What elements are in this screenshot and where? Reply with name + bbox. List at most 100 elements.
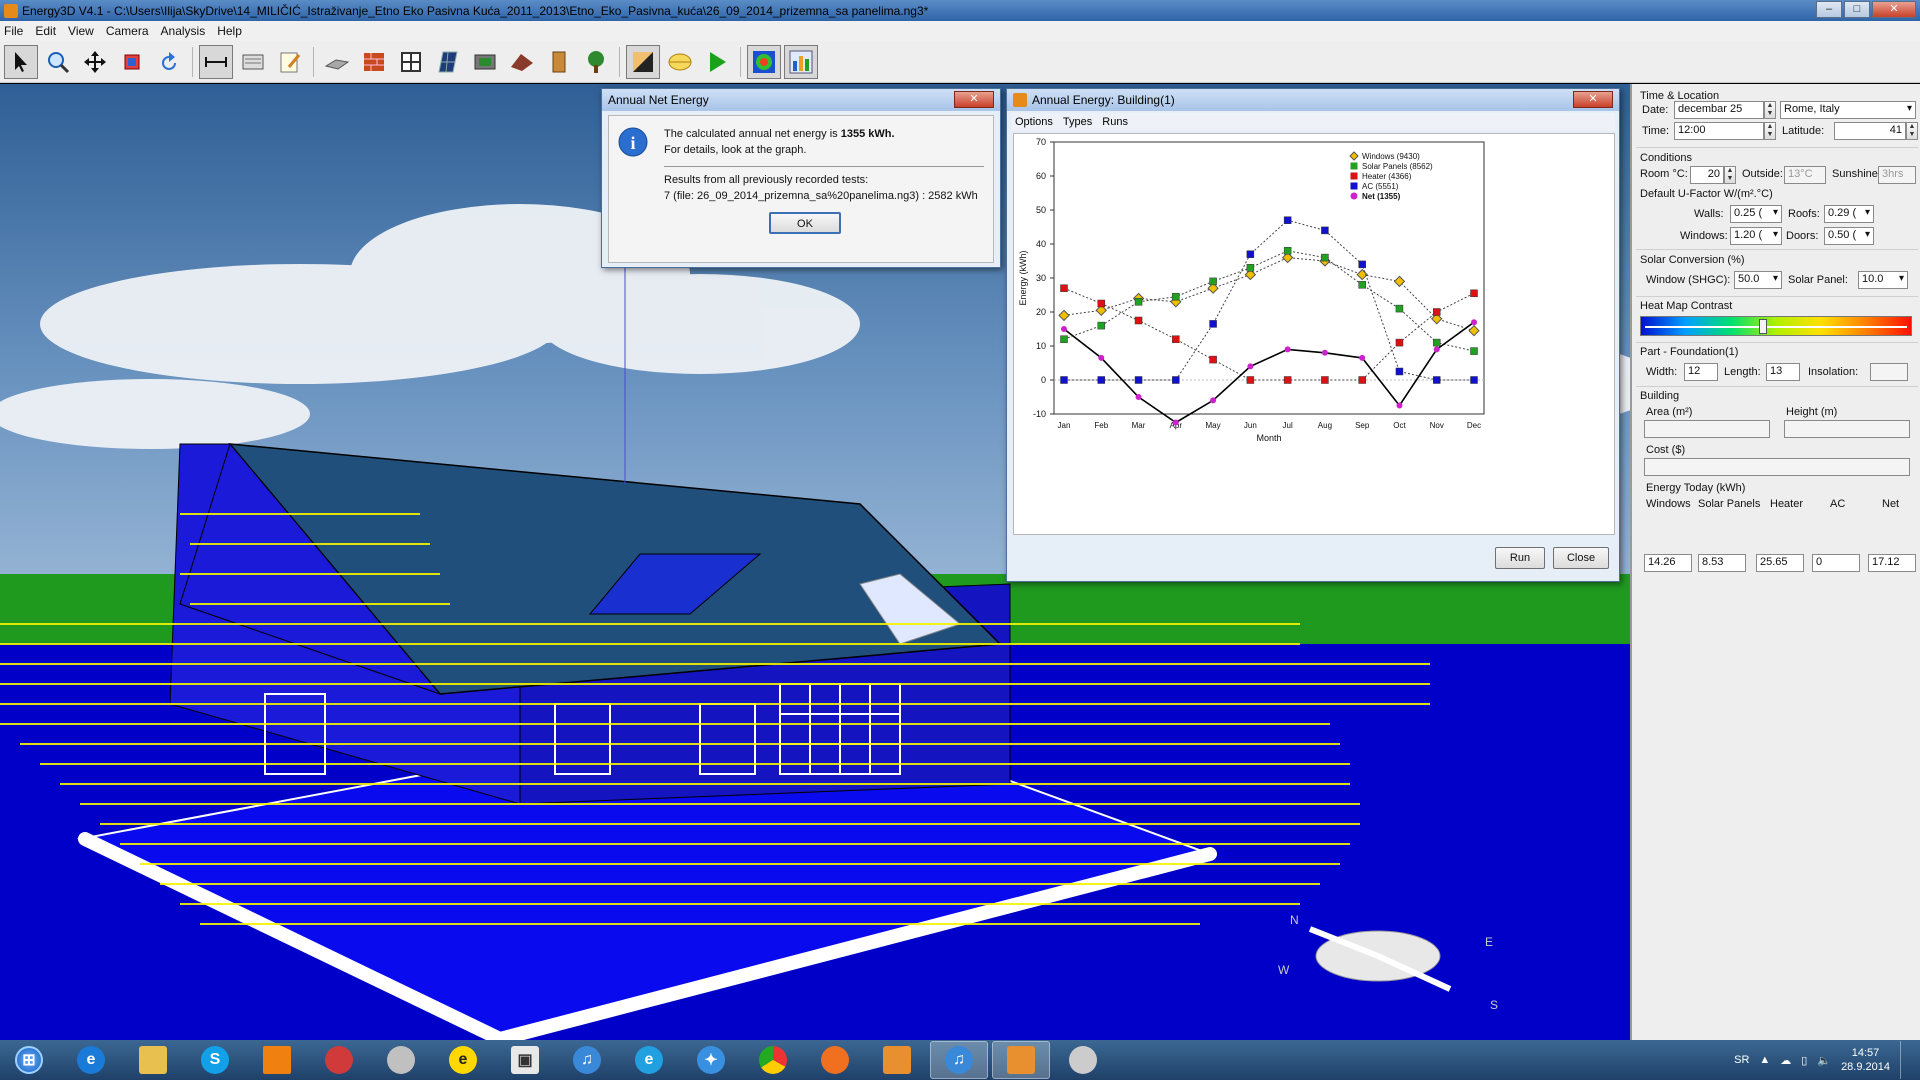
3d-scene-viewport[interactable]: N E S W Annual Net Energy ✕ i The calcul… xyxy=(0,84,1630,1040)
date-field[interactable]: decembar 25 xyxy=(1674,101,1764,119)
menu-options[interactable]: Options xyxy=(1015,116,1053,128)
platform-icon xyxy=(324,58,350,70)
net-energy-dialog-title: Annual Net Energy xyxy=(608,93,709,107)
taskbar-energy3d[interactable] xyxy=(868,1041,926,1079)
close-window-button[interactable]: ✕ xyxy=(1872,1,1916,18)
roofs-ufactor-select[interactable]: 0.29 ( xyxy=(1824,205,1874,223)
taskbar-energy3d-active[interactable] xyxy=(992,1041,1050,1079)
taskbar-explorer[interactable] xyxy=(124,1041,182,1079)
menu-file[interactable]: File xyxy=(4,24,23,38)
latitude-spinner[interactable]: ▲ ▼ xyxy=(1906,122,1918,140)
taskbar-safari[interactable]: ✦ xyxy=(682,1041,740,1079)
solar-panel-icon xyxy=(438,51,458,72)
et-solar-panels-value: 8.53 xyxy=(1698,554,1746,572)
net-energy-dialog-close-button[interactable]: ✕ xyxy=(954,91,994,108)
taskbar-itunes-alt[interactable]: ♫ xyxy=(930,1041,988,1079)
menu-runs[interactable]: Runs xyxy=(1102,116,1128,128)
roof-button[interactable] xyxy=(505,45,539,79)
sunshine-label: Sunshine: xyxy=(1832,168,1881,180)
annual-energy-dialog-title-bar[interactable]: Annual Energy: Building(1) ✕ xyxy=(1007,89,1619,111)
taskbar-chrome[interactable] xyxy=(744,1041,802,1079)
net-energy-dialog-title-bar[interactable]: Annual Net Energy ✕ xyxy=(602,89,1000,111)
run-button[interactable]: Run xyxy=(1495,547,1545,569)
shadow-button[interactable] xyxy=(626,44,660,79)
taskbar-ie[interactable]: e xyxy=(62,1041,120,1079)
taskbar-paint2[interactable] xyxy=(1054,1041,1112,1079)
minimize-button[interactable]: – xyxy=(1816,1,1842,18)
divider xyxy=(1636,386,1918,387)
et-ac-label: AC xyxy=(1830,498,1846,510)
walls-ufactor-select[interactable]: 0.25 ( xyxy=(1730,205,1782,223)
language-indicator[interactable]: SR xyxy=(1734,1054,1749,1066)
start-button[interactable]: ⊞ xyxy=(0,1041,58,1079)
tree-button[interactable] xyxy=(579,45,613,79)
toolbar-separator xyxy=(313,46,314,77)
measure-button[interactable] xyxy=(199,44,233,79)
time-spinner[interactable]: ▲ ▼ xyxy=(1764,122,1776,140)
toolbar-separator xyxy=(192,46,193,77)
room-temp-spinner[interactable]: ▲ ▼ xyxy=(1724,166,1736,184)
taskbar-paint[interactable] xyxy=(310,1041,368,1079)
platform-button[interactable] xyxy=(320,45,354,79)
et-heater-value: 25.65 xyxy=(1756,554,1804,572)
menu-analysis[interactable]: Analysis xyxy=(161,24,206,38)
date-spinner[interactable]: ▲ ▼ xyxy=(1764,101,1776,119)
energy-graph-button[interactable] xyxy=(784,44,818,79)
length-field[interactable]: 13 xyxy=(1766,363,1800,381)
clock[interactable]: 14:57 28.9.2014 xyxy=(1841,1046,1890,1074)
sensor-button[interactable] xyxy=(468,45,502,79)
menu-camera[interactable]: Camera xyxy=(106,24,149,38)
signal-icon[interactable]: ▯ xyxy=(1801,1054,1807,1067)
menu-help[interactable]: Help xyxy=(217,24,242,38)
solar-panel-efficiency-select[interactable]: 10.0 xyxy=(1858,271,1908,289)
time-field[interactable]: 12:00 xyxy=(1674,122,1764,140)
wall-button[interactable] xyxy=(357,45,391,79)
ok-button[interactable]: OK xyxy=(769,212,841,234)
move-button[interactable] xyxy=(78,45,112,79)
volume-icon[interactable]: 🔈 xyxy=(1817,1054,1831,1067)
taskbar-ie-alt[interactable]: e xyxy=(620,1041,678,1079)
doors-ufactor-select[interactable]: 0.50 ( xyxy=(1824,227,1874,245)
menu-edit[interactable]: Edit xyxy=(35,24,56,38)
location-select[interactable]: Rome, Italy xyxy=(1780,101,1916,119)
taskbar-tool[interactable] xyxy=(372,1041,430,1079)
heliodon-button[interactable] xyxy=(663,45,697,79)
resize-button[interactable] xyxy=(115,45,149,79)
door-button[interactable] xyxy=(542,45,576,79)
net-energy-dialog[interactable]: Annual Net Energy ✕ i The calculated ann… xyxy=(601,88,1001,268)
run-simulation-button[interactable] xyxy=(700,45,734,79)
rotate-button[interactable] xyxy=(152,45,186,79)
net-energy-details: For details, look at the graph. xyxy=(664,144,807,156)
taskbar-vlc[interactable] xyxy=(248,1041,306,1079)
menu-view[interactable]: View xyxy=(68,24,94,38)
heatmap-slider-thumb[interactable] xyxy=(1759,319,1768,334)
room-temp-field[interactable]: 20 xyxy=(1690,166,1724,184)
network-icon[interactable]: ☁ xyxy=(1780,1054,1791,1067)
taskbar-itunes[interactable]: ♫ xyxy=(558,1041,616,1079)
tray-expand-icon[interactable]: ▲ xyxy=(1759,1054,1770,1066)
taskbar-firefox[interactable] xyxy=(806,1041,864,1079)
taskbar-e-app[interactable]: e xyxy=(434,1041,492,1079)
shgc-select[interactable]: 50.0 xyxy=(1734,271,1782,289)
heatmap-contrast-slider[interactable] xyxy=(1640,316,1912,336)
solar-panel-button[interactable] xyxy=(431,45,465,79)
select-button[interactable] xyxy=(4,44,38,79)
insolation-field xyxy=(1870,363,1908,381)
point-3 xyxy=(1172,376,1180,384)
latitude-field[interactable]: 41 xyxy=(1834,122,1906,140)
show-desktop-button[interactable] xyxy=(1900,1041,1912,1079)
notepad-button[interactable] xyxy=(273,45,307,79)
zoom-button[interactable] xyxy=(41,45,75,79)
window-button[interactable] xyxy=(394,45,428,79)
windows-ufactor-select[interactable]: 1.20 ( xyxy=(1730,227,1782,245)
note-button[interactable] xyxy=(236,45,270,79)
close-button[interactable]: Close xyxy=(1553,547,1609,569)
taskbar-qr[interactable]: ▣ xyxy=(496,1041,554,1079)
annual-energy-dialog-close-x[interactable]: ✕ xyxy=(1573,91,1613,108)
maximize-button[interactable]: □ xyxy=(1844,1,1870,18)
annual-energy-dialog[interactable]: Annual Energy: Building(1) ✕ Options Typ… xyxy=(1006,88,1620,582)
width-field[interactable]: 12 xyxy=(1684,363,1718,381)
heatmap-button[interactable] xyxy=(747,44,781,79)
taskbar-skype[interactable]: S xyxy=(186,1041,244,1079)
menu-types[interactable]: Types xyxy=(1063,116,1092,128)
